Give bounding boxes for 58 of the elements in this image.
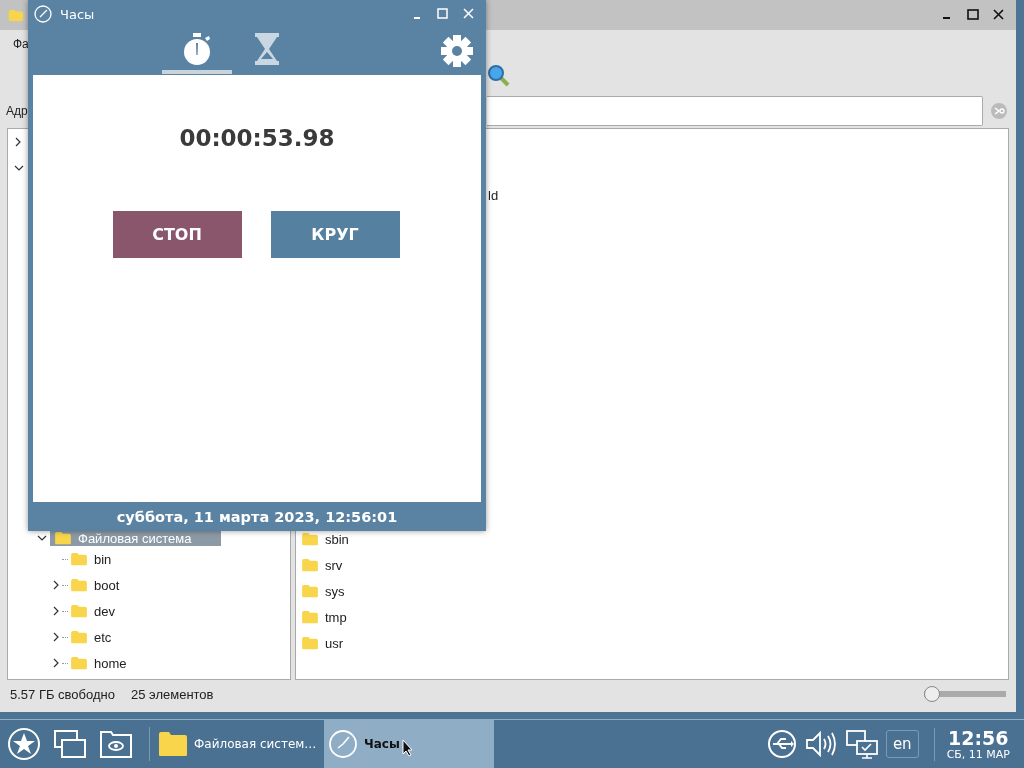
tree-item[interactable]: dev [68, 603, 115, 619]
folder-icon [301, 584, 319, 598]
file-name[interactable]: ld [488, 187, 499, 203]
chevron-icon[interactable] [14, 164, 24, 172]
folder-eye-icon[interactable] [99, 729, 133, 759]
file-item[interactable]: tmp [299, 609, 347, 625]
hourglass-icon [254, 32, 280, 66]
folder-icon [70, 604, 88, 618]
chevron-icon[interactable] [52, 658, 60, 668]
network-icon[interactable] [844, 729, 879, 759]
folder-icon [301, 636, 319, 650]
tree-item[interactable]: home [68, 655, 127, 671]
clock-icon [34, 5, 52, 23]
stopwatch-time: 00:00:53.98 [179, 125, 335, 151]
menu-item[interactable]: Фа [13, 37, 29, 51]
status-text: 25 элементов [131, 686, 214, 702]
address-field[interactable] [486, 96, 983, 126]
stop-button[interactable]: СТОП [112, 211, 242, 258]
tree-item[interactable]: boot [68, 577, 120, 593]
date-text: суббота, 11 марта 2023, 12:56:01 [116, 508, 398, 525]
folder-icon [70, 552, 88, 566]
chevron-icon[interactable] [52, 580, 60, 590]
taskbar-button[interactable]: Часы [324, 720, 494, 768]
folder-icon [158, 731, 188, 757]
folder-icon [301, 532, 319, 546]
folder-icon [70, 578, 88, 592]
window-title: Часы [60, 6, 95, 22]
folder-icon [301, 610, 319, 624]
folder-icon [301, 558, 319, 572]
folder-icon [70, 656, 88, 670]
clock-date[interactable]: СБ, 11 МАР [946, 747, 1010, 761]
volume-icon[interactable] [803, 729, 838, 759]
chevron-icon[interactable] [52, 632, 60, 642]
stopwatch-icon [181, 32, 213, 66]
folder-icon [54, 531, 72, 545]
file-item[interactable]: usr [299, 635, 344, 651]
folder-icon [8, 8, 24, 22]
cursor-icon [402, 739, 414, 757]
language-indicator[interactable]: en [885, 730, 919, 758]
file-item[interactable]: srv [299, 557, 343, 573]
chevron-icon[interactable] [14, 137, 22, 147]
file-item[interactable]: sbin [299, 531, 349, 547]
tree-item[interactable]: etc [68, 629, 112, 645]
file-item[interactable]: sys [299, 583, 345, 599]
clock-icon [328, 729, 358, 759]
chevron-icon[interactable] [37, 534, 47, 542]
chevron-icon[interactable] [52, 606, 60, 616]
tree-item[interactable]: bin [68, 551, 112, 567]
status-text: 5.57 ГБ свободно [10, 686, 115, 702]
taskbar-button[interactable]: Файловая систем… [154, 720, 324, 768]
settings-icon[interactable] [440, 34, 474, 68]
folder-icon [70, 630, 88, 644]
address-label: Адр [6, 104, 28, 118]
windows-icon[interactable] [53, 729, 87, 759]
search-icon[interactable] [487, 64, 511, 88]
lap-button[interactable]: КРУГ [270, 211, 400, 258]
usb-icon[interactable] [766, 729, 797, 759]
clock-time[interactable]: 12:56 [948, 727, 1009, 748]
